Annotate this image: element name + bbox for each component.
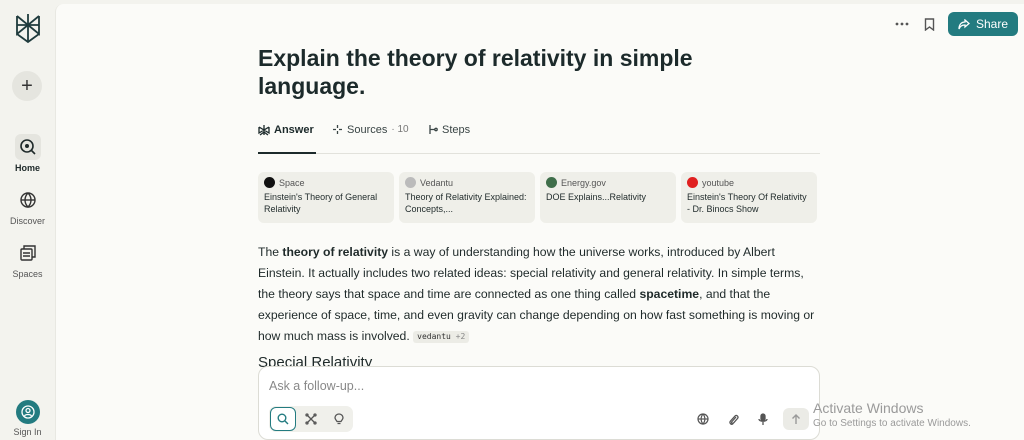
answer-bold-term: theory of relativity xyxy=(282,245,389,259)
sidebar-item-discover[interactable]: Discover xyxy=(0,187,55,226)
source-title: Theory of Relativity Explained: Concepts… xyxy=(405,192,527,214)
source-site: Space xyxy=(279,177,305,188)
watermark-title: Activate Windows xyxy=(813,400,924,416)
sidebar-item-home[interactable]: Home xyxy=(0,134,55,173)
sign-in-label: Sign In xyxy=(13,427,42,437)
activate-windows-watermark: Activate Windows Go to Settings to activ… xyxy=(813,400,971,429)
spaces-icon xyxy=(15,240,41,266)
source-card[interactable]: Space Einstein's Theory of General Relat… xyxy=(258,172,394,223)
new-thread-button[interactable]: + xyxy=(12,71,42,101)
tab-steps-label: Steps xyxy=(442,124,471,136)
vedantu-favicon-icon xyxy=(405,177,416,188)
microphone-icon[interactable] xyxy=(753,409,773,429)
source-card[interactable]: youtube Einstein's Theory Of Relativity … xyxy=(681,172,817,223)
tab-sources-label: Sources xyxy=(347,124,388,136)
source-title: DOE Explains...Relativity xyxy=(546,192,647,202)
research-icon xyxy=(305,413,317,425)
thread-actions: Share xyxy=(892,12,1018,36)
source-site: Vedantu xyxy=(420,177,454,188)
composer-tools xyxy=(693,408,809,430)
follow-up-input[interactable] xyxy=(269,379,769,393)
youtube-favicon-icon xyxy=(687,177,698,188)
research-mode-button[interactable] xyxy=(298,407,324,431)
sources-icon xyxy=(333,125,342,134)
answer-icon xyxy=(258,125,270,136)
source-site: youtube xyxy=(702,177,735,188)
energy-gov-favicon-icon xyxy=(546,177,557,188)
follow-up-composer xyxy=(258,366,820,440)
search-mode-toggle xyxy=(269,406,353,432)
thread-title: Explain the theory of relativity in simp… xyxy=(258,45,693,99)
source-card[interactable]: Vedantu Theory of Relativity Explained: … xyxy=(399,172,535,223)
watermark-subtitle: Go to Settings to activate Windows. xyxy=(813,418,971,429)
source-site: Energy.gov xyxy=(561,177,606,188)
user-avatar-icon xyxy=(15,400,40,424)
main-panel: Share Explain the theory of relativity i… xyxy=(55,4,1024,440)
share-icon xyxy=(958,18,970,29)
lightbulb-icon xyxy=(334,413,344,425)
source-title: Einstein's Theory Of Relativity - Dr. Bi… xyxy=(687,192,807,214)
steps-icon xyxy=(429,125,438,134)
sidebar: + Home Discover Spaces Sign In xyxy=(0,0,55,440)
labs-mode-button[interactable] xyxy=(326,407,352,431)
citation-source: vedantu xyxy=(417,332,451,341)
sidebar-item-label: Home xyxy=(14,163,40,173)
search-mode-button[interactable] xyxy=(270,407,296,431)
share-button[interactable]: Share xyxy=(947,12,1018,36)
answer-text: The theory of relativity is a way of und… xyxy=(258,242,818,347)
search-icon xyxy=(277,413,289,425)
source-title: Einstein's Theory of General Relativity xyxy=(264,192,378,214)
more-options-icon[interactable] xyxy=(892,14,912,34)
citation-badge[interactable]: vedantu +2 xyxy=(413,331,470,343)
source-card[interactable]: Energy.gov DOE Explains...Relativity xyxy=(540,172,676,223)
share-label: Share xyxy=(975,17,1008,31)
bookmark-icon[interactable] xyxy=(920,14,940,34)
globe-icon xyxy=(15,187,41,213)
home-search-icon xyxy=(14,134,41,160)
sources-count: · 10 xyxy=(391,124,409,135)
answer-bold-term: spacetime xyxy=(639,287,700,301)
sidebar-item-spaces[interactable]: Spaces xyxy=(0,240,55,279)
sign-in-button[interactable]: Sign In xyxy=(0,400,55,437)
sidebar-item-label: Discover xyxy=(9,216,45,226)
perplexity-logo-icon[interactable] xyxy=(13,12,43,44)
globe-source-icon[interactable] xyxy=(693,409,713,429)
tab-answer-label: Answer xyxy=(274,124,314,136)
sidebar-item-label: Spaces xyxy=(12,269,43,279)
thread-tabs: Answer Sources · 10 Steps xyxy=(258,124,820,154)
attach-icon[interactable] xyxy=(723,409,743,429)
tab-sources[interactable]: Sources · 10 xyxy=(332,124,409,154)
tab-answer[interactable]: Answer xyxy=(258,124,316,154)
tab-steps[interactable]: Steps xyxy=(428,124,470,154)
citation-more: +2 xyxy=(455,332,466,341)
space-favicon-icon xyxy=(264,177,275,188)
arrow-up-icon xyxy=(792,413,800,424)
sources-row: Space Einstein's Theory of General Relat… xyxy=(258,172,820,223)
answer-text-segment: The xyxy=(258,245,283,259)
plus-icon: + xyxy=(21,74,33,97)
submit-button[interactable] xyxy=(783,408,809,430)
